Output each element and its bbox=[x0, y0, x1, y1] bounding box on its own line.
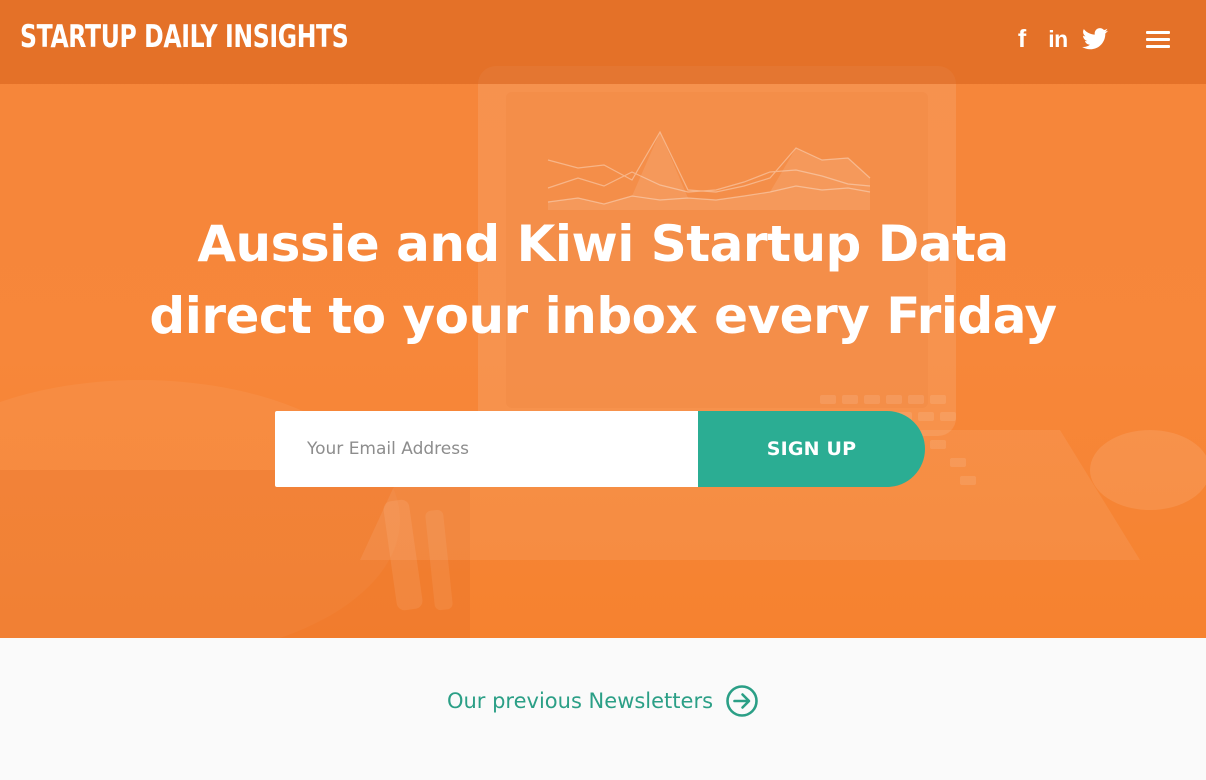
twitter-bird-icon bbox=[1082, 28, 1108, 50]
hero-headline-line2: direct to your inbox every Friday bbox=[149, 287, 1057, 345]
previous-newsletters-link[interactable]: Our previous Newsletters bbox=[0, 684, 1206, 718]
newsletter-signup-form: SIGN UP bbox=[275, 411, 925, 487]
facebook-icon-glyph: f bbox=[1017, 24, 1027, 53]
facebook-icon[interactable]: f bbox=[1012, 24, 1032, 54]
hero-section: STARTUP DAILY INSIGHTS f in Aussie and K… bbox=[0, 0, 1206, 638]
sign-up-button[interactable]: SIGN UP bbox=[698, 411, 925, 487]
circle-arrow-right-icon bbox=[726, 685, 758, 717]
hamburger-menu-icon[interactable] bbox=[1142, 28, 1174, 52]
twitter-icon[interactable] bbox=[1081, 24, 1109, 54]
linkedin-icon-glyph: in bbox=[1048, 25, 1068, 52]
menu-bar-middle bbox=[1146, 38, 1170, 41]
menu-bar-bottom bbox=[1146, 45, 1170, 48]
hero-headline: Aussie and Kiwi Startup Data direct to y… bbox=[0, 208, 1206, 352]
linkedin-icon[interactable]: in bbox=[1043, 24, 1073, 54]
menu-bar-top bbox=[1146, 31, 1170, 34]
top-navigation-bar: STARTUP DAILY INSIGHTS f in bbox=[0, 0, 1206, 84]
site-logo[interactable]: STARTUP DAILY INSIGHTS bbox=[20, 18, 349, 56]
hero-headline-line1: Aussie and Kiwi Startup Data bbox=[197, 215, 1009, 273]
previous-newsletters-label: Our previous Newsletters bbox=[446, 689, 714, 713]
email-input[interactable] bbox=[275, 411, 698, 487]
